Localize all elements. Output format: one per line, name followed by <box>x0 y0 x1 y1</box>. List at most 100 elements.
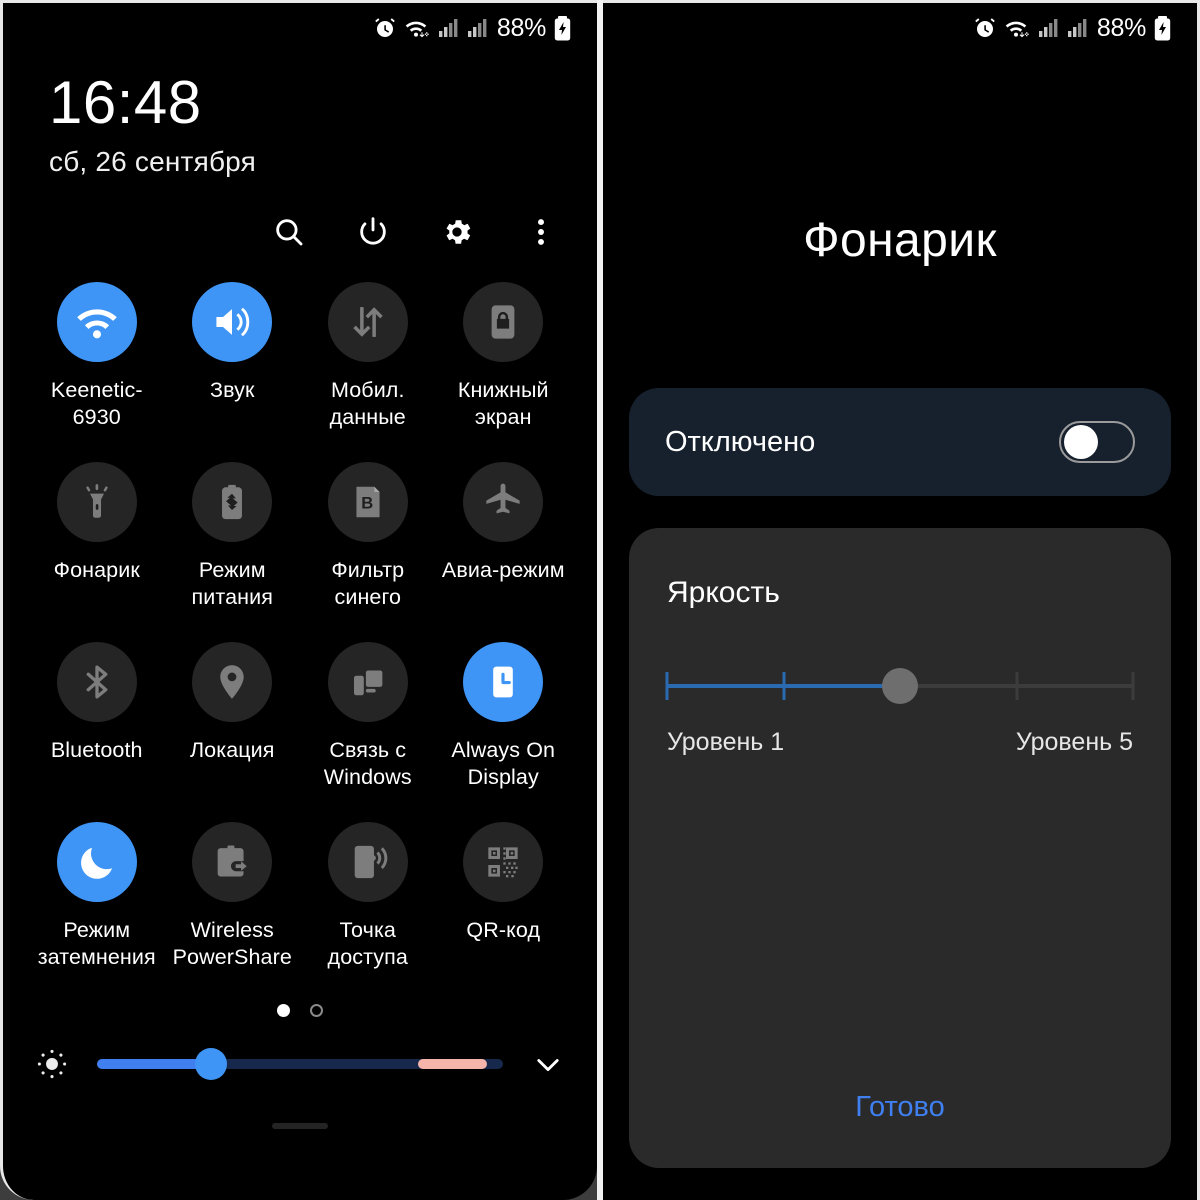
tile-blue-light-filter[interactable]: B Фильтр синего <box>300 462 436 636</box>
brightness-level-thumb[interactable] <box>882 668 918 704</box>
flashlight-toggle-switch[interactable] <box>1059 421 1135 463</box>
tile-label: Книжный экран <box>457 378 549 429</box>
alarm-icon <box>373 16 397 40</box>
page-indicator <box>3 1004 597 1017</box>
chevron-down-icon[interactable] <box>525 1047 571 1081</box>
screenshot-stage: 88% 16:48 сб, 26 сентября Keenetic-6930 … <box>0 0 1200 1200</box>
airplane-icon <box>463 462 544 542</box>
tile-label: Режим питания <box>191 558 273 609</box>
done-button[interactable]: Готово <box>629 1091 1171 1124</box>
wireless-powershare-icon <box>192 822 273 902</box>
tile-mobile-data[interactable]: Мобил. данные <box>300 282 436 456</box>
page-dot-inactive[interactable] <box>310 1004 323 1017</box>
tile-label: Keenetic-6930 <box>50 378 143 429</box>
rotation-lock-icon <box>463 282 544 362</box>
quick-tiles-grid: Keenetic-6930 Звук Мобил. данные Книжный… <box>3 252 597 996</box>
tile-bluetooth[interactable]: Bluetooth <box>29 642 165 816</box>
tile-location[interactable]: Локация <box>165 642 301 816</box>
tile-label: Авиа-режим <box>441 558 565 582</box>
signal-sim1-icon <box>1037 17 1059 39</box>
tile-wireless-powershare[interactable]: Wireless PowerShare <box>165 822 301 996</box>
tile-label: Связь с Windows <box>323 738 412 789</box>
page-title: Фонарик <box>803 214 997 267</box>
blue-light-filter-icon: B <box>327 462 408 542</box>
search-icon[interactable] <box>269 212 309 252</box>
tile-wifi[interactable]: Keenetic-6930 <box>29 282 165 456</box>
brightness-tick[interactable] <box>1015 672 1018 700</box>
brightness-tick[interactable] <box>782 672 785 700</box>
brightness-tick[interactable] <box>665 672 669 700</box>
tile-hotspot[interactable]: Точка доступа <box>300 822 436 996</box>
tile-label: Фонарик <box>53 558 140 582</box>
hotspot-icon <box>327 822 408 902</box>
wifi-icon <box>404 16 430 40</box>
more-vert-icon[interactable] <box>521 212 561 252</box>
home-indicator <box>272 1123 328 1129</box>
tile-flashlight[interactable]: Фонарик <box>29 462 165 636</box>
brightness-slider[interactable] <box>97 1048 503 1080</box>
tile-label: Режим затемнения <box>37 918 156 969</box>
brightness-tick[interactable] <box>1131 672 1135 700</box>
status-bar-left: 88% <box>3 3 597 53</box>
brightness-min-label: Уровень 1 <box>667 728 785 756</box>
gear-icon[interactable] <box>437 212 477 252</box>
location-pin-icon <box>192 642 273 722</box>
power-icon[interactable] <box>353 212 393 252</box>
tile-label: QR-код <box>466 918 541 942</box>
tile-label: Точка доступа <box>327 918 408 969</box>
clock-date: сб, 26 сентября <box>49 146 256 177</box>
brightness-level-labels: Уровень 1 Уровень 5 <box>667 728 1133 757</box>
flashlight-settings-panel: 88% Фонарик Отключено Яркость Уровень 1 … <box>603 0 1200 1200</box>
battery-charging-icon <box>1154 15 1171 41</box>
brightness-max-label: Уровень 5 <box>1015 728 1133 756</box>
dark-mode-moon-icon <box>56 822 137 902</box>
flashlight-icon <box>56 462 137 542</box>
brightness-level-slider[interactable] <box>665 666 1135 706</box>
quick-panel-actions <box>3 178 597 252</box>
brightness-card: Яркость Уровень 1 Уровень 5 Готово <box>629 528 1171 1168</box>
switch-knob <box>1064 425 1098 459</box>
wifi-icon <box>1004 16 1030 40</box>
tile-label: Wireless PowerShare <box>172 918 292 969</box>
signal-sim2-icon <box>1066 17 1088 39</box>
svg-text:B: B <box>361 494 373 513</box>
bluetooth-icon <box>56 642 137 722</box>
brightness-card-title: Яркость <box>667 576 780 609</box>
always-on-display-icon <box>463 642 544 722</box>
battery-percent-label: 88% <box>496 13 546 42</box>
brightness-bar <box>3 1047 597 1081</box>
tile-power-mode[interactable]: Режим питания <box>165 462 301 636</box>
tile-label: Bluetooth <box>50 738 143 762</box>
alarm-icon <box>973 16 997 40</box>
brightness-icon <box>29 1047 75 1081</box>
brightness-slider-thumb[interactable] <box>194 1048 227 1080</box>
tile-link-to-windows[interactable]: Связь с Windows <box>300 642 436 816</box>
tile-always-on-display[interactable]: Always On Display <box>436 642 572 816</box>
wifi-icon <box>56 282 137 362</box>
status-bar-right: 88% <box>603 3 1197 53</box>
tile-label: Фильтр синего <box>331 558 405 609</box>
tile-label: Звук <box>210 378 255 402</box>
tile-rotation-lock[interactable]: Книжный экран <box>436 282 572 456</box>
tile-dark-mode[interactable]: Режим затемнения <box>29 822 165 996</box>
signal-sim1-icon <box>437 17 459 39</box>
flashlight-toggle-label: Отключено <box>665 425 816 458</box>
link-to-windows-icon <box>327 642 408 722</box>
data-transfer-icon <box>327 282 408 362</box>
volume-icon <box>192 282 273 362</box>
clock-block: 16:48 сб, 26 сентября <box>3 53 597 178</box>
signal-sim2-icon <box>466 17 488 39</box>
tile-sound[interactable]: Звук <box>165 282 301 456</box>
tile-label: Локация <box>189 738 275 762</box>
quick-settings-panel: 88% 16:48 сб, 26 сентября Keenetic-6930 … <box>0 0 597 1200</box>
qr-code-icon <box>463 822 544 902</box>
tile-qr-code[interactable]: QR-код <box>436 822 572 996</box>
tile-label: Always On Display <box>451 738 556 789</box>
tile-label: Мобил. данные <box>329 378 406 429</box>
battery-charging-icon <box>554 15 571 41</box>
tile-airplane-mode[interactable]: Авиа-режим <box>436 462 572 636</box>
flashlight-toggle-row[interactable]: Отключено <box>629 388 1171 496</box>
page-dot-active[interactable] <box>277 1004 290 1017</box>
battery-percent-label: 88% <box>1096 13 1146 42</box>
power-mode-icon <box>192 462 273 542</box>
